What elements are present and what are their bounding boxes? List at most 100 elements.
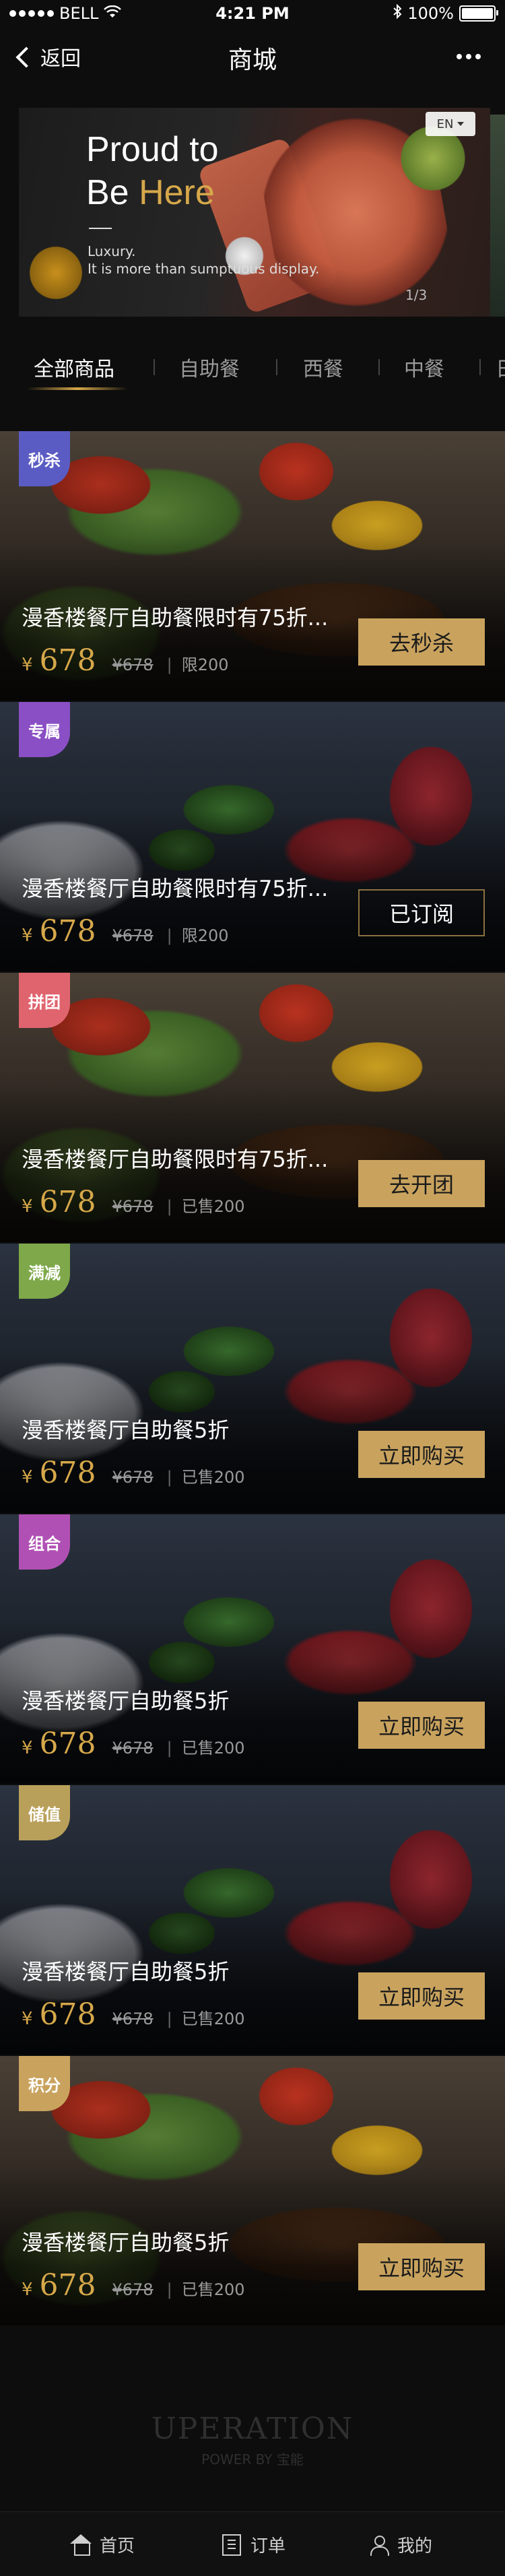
currency-symbol: ¥	[22, 2009, 33, 2029]
current-price: 678	[39, 914, 96, 948]
price-row: ¥ 678 ¥678 | 已售200	[22, 1456, 245, 1490]
promo-banner[interactable]: Proud to Be Here Luxury. It is more than…	[19, 108, 490, 317]
page-title: 商城	[228, 46, 277, 74]
currency-symbol: ¥	[22, 2280, 33, 2300]
current-price: 678	[39, 1456, 96, 1490]
battery-icon	[459, 5, 498, 22]
price-divider: |	[166, 655, 172, 674]
tab-divider	[479, 359, 481, 375]
banner-line1: Proud to	[86, 130, 219, 169]
more-dot-icon	[457, 54, 462, 59]
spice-bowl-image	[26, 243, 86, 303]
product-card[interactable]: 满减 漫香楼餐厅自助餐5折 ¥ 678 ¥678 | 已售200 立即购买	[0, 1244, 505, 1513]
promo-badge: 秒杀	[19, 431, 70, 486]
more-button[interactable]	[457, 54, 481, 59]
product-action-button[interactable]: 立即购买	[358, 1431, 485, 1478]
tabbar-home-label: 首页	[100, 2536, 135, 2556]
sales-info: 限200	[181, 926, 229, 945]
powered-by: POWER BY 宝能	[201, 2451, 304, 2468]
tabbar-orders-label: 订单	[250, 2536, 286, 2556]
product-action-button[interactable]: 已订阅	[358, 889, 485, 936]
currency-symbol: ¥	[22, 1196, 33, 1217]
product-action-button[interactable]: 立即购买	[358, 1702, 485, 1749]
price-divider: |	[166, 2009, 172, 2028]
currency-symbol: ¥	[22, 655, 33, 675]
product-name: 漫香楼餐厅自助餐5折	[22, 2230, 230, 2255]
product-card[interactable]: 拼团 漫香楼餐厅自助餐限时有75折... ¥ 678 ¥678 | 已售200 …	[0, 973, 505, 1242]
bluetooth-icon	[393, 3, 402, 23]
tab-chinese[interactable]: 中餐	[404, 352, 444, 382]
battery-label: 100%	[407, 4, 454, 23]
category-tabs: 全部商品 自助餐 西餐 中餐 日	[0, 340, 505, 394]
home-icon	[70, 2534, 92, 2556]
footer-logo: UPERATION POWER BY 宝能	[0, 2412, 505, 2468]
product-action-button[interactable]: 去秒杀	[358, 618, 485, 666]
price-row: ¥ 678 ¥678 | 已售200	[22, 1997, 245, 2032]
product-name: 漫香楼餐厅自助餐5折	[22, 1688, 230, 1714]
order-icon	[222, 2534, 241, 2556]
sales-info: 已售200	[181, 1197, 245, 1216]
sales-info: 已售200	[181, 1739, 245, 1758]
tab-divider	[154, 359, 155, 375]
banner-sub2: It is more than sumptuous display.	[88, 261, 320, 277]
nav-bar: 返回 商城	[0, 27, 505, 86]
price-divider: |	[166, 2280, 172, 2299]
price-divider: |	[166, 1197, 172, 1216]
promo-badge: 专属	[19, 702, 70, 757]
product-name: 漫香楼餐厅自助餐5折	[22, 1959, 230, 1985]
current-price: 678	[39, 1727, 96, 1761]
active-tab-indicator	[27, 387, 128, 390]
banner-divider	[89, 228, 112, 229]
product-name: 漫香楼餐厅自助餐5折	[22, 1417, 230, 1443]
original-price: ¥678	[112, 655, 154, 674]
banner-line2-a: Be	[86, 173, 139, 212]
promo-badge: 拼团	[19, 973, 70, 1028]
tab-japanese[interactable]: 日	[496, 352, 505, 382]
tab-divider	[276, 359, 277, 375]
tab-all[interactable]: 全部商品	[34, 352, 114, 382]
current-price: 678	[39, 2268, 96, 2303]
banner-line2: Be Here	[86, 171, 219, 214]
product-action-button[interactable]: 立即购买	[358, 1972, 485, 2020]
price-row: ¥ 678 ¥678 | 已售200	[22, 1185, 245, 1219]
tab-buffet[interactable]: 自助餐	[179, 352, 240, 382]
tab-divider	[378, 359, 380, 375]
status-bar: BELL 4:21 PM 100%	[0, 0, 505, 27]
promo-badge: 储值	[19, 1785, 70, 1840]
original-price: ¥678	[112, 1197, 154, 1216]
promo-badge: 积分	[19, 2056, 70, 2111]
banner-subtitle: Luxury. It is more than sumptuous displa…	[88, 243, 319, 278]
product-card[interactable]: 组合 漫香楼餐厅自助餐5折 ¥ 678 ¥678 | 已售200 立即购买	[0, 1514, 505, 1784]
product-action-button[interactable]: 立即购买	[358, 2243, 485, 2290]
current-price: 678	[39, 643, 96, 678]
price-divider: |	[166, 1468, 172, 1487]
tabbar-orders[interactable]: 订单	[222, 2532, 285, 2557]
status-right: 100%	[393, 3, 498, 23]
price-row: ¥ 678 ¥678 | 限200	[22, 643, 229, 678]
product-card[interactable]: 储值 漫香楼餐厅自助餐5折 ¥ 678 ¥678 | 已售200 立即购买	[0, 1785, 505, 2055]
banner-line2-b: Here	[139, 173, 215, 212]
banner-sub1: Luxury.	[88, 243, 136, 259]
product-card[interactable]: 秒杀 漫香楼餐厅自助餐限时有75折... ¥ 678 ¥678 | 限200 去…	[0, 431, 505, 701]
price-row: ¥ 678 ¥678 | 已售200	[22, 1727, 245, 1761]
price-divider: |	[166, 926, 172, 945]
product-name: 漫香楼餐厅自助餐限时有75折...	[22, 1147, 329, 1172]
banner-pager: 1/3	[405, 287, 428, 303]
currency-symbol: ¥	[22, 1467, 33, 1487]
user-icon	[369, 2535, 389, 2556]
language-selector[interactable]: EN	[426, 112, 475, 136]
original-price: ¥678	[112, 1739, 154, 1758]
sales-info: 已售200	[181, 2009, 245, 2028]
tabbar-mine[interactable]: 我的	[369, 2532, 432, 2557]
tab-western[interactable]: 西餐	[303, 352, 343, 382]
currency-symbol: ¥	[22, 926, 33, 946]
tabbar-home[interactable]: 首页	[70, 2532, 135, 2557]
product-card[interactable]: 专属 漫香楼餐厅自助餐限时有75折... ¥ 678 ¥678 | 限200 已…	[0, 702, 505, 971]
sales-info: 限200	[181, 655, 229, 674]
current-price: 678	[39, 1185, 96, 1219]
price-row: ¥ 678 ¥678 | 限200	[22, 914, 229, 948]
language-label: EN	[436, 117, 454, 131]
product-action-button[interactable]: 去开团	[358, 1160, 485, 1207]
product-card[interactable]: 积分 漫香楼餐厅自助餐5折 ¥ 678 ¥678 | 已售200 立即购买	[0, 2056, 505, 2325]
brand-logo: UPERATION	[151, 2412, 354, 2446]
